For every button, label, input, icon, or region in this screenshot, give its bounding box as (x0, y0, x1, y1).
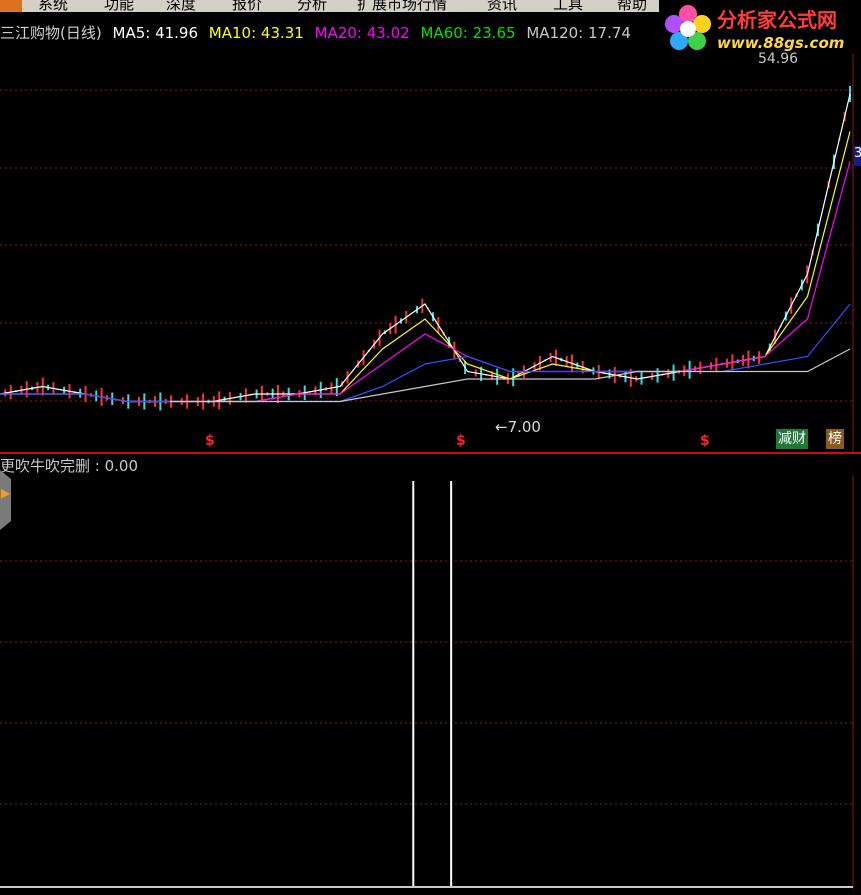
stock-name: 三江购物(日线) (0, 24, 102, 42)
menu-item-analysis[interactable]: 分析 (297, 0, 327, 12)
menu-item-function[interactable]: 功能 (104, 0, 134, 12)
rank-badge[interactable]: 榜 (826, 429, 844, 449)
ma60-value: MA60: 23.65 (420, 24, 516, 42)
menu-item-quote[interactable]: 报价 (232, 0, 262, 12)
dividend-marker[interactable]: $ (456, 433, 466, 449)
dividend-marker[interactable]: $ (205, 433, 215, 449)
menu-item-depth[interactable]: 深度 (166, 0, 196, 12)
candle-cluster (4, 85, 851, 411)
menu-item-extended-market[interactable]: 扩展市场行情 (357, 0, 447, 12)
ma-line-ma10 (0, 131, 851, 403)
indicator-spikes (412, 481, 453, 887)
menu-item-help[interactable]: 帮助 (617, 0, 647, 12)
price-chart[interactable] (0, 44, 861, 454)
chart-grid (0, 89, 853, 402)
indicator-grid (0, 560, 853, 805)
ma10-value: MA10: 43.31 (208, 24, 304, 42)
chart-header: 三江购物(日线) MA5: 41.96 MA10: 43.31 MA20: 43… (0, 22, 637, 44)
reduce-finance-badge[interactable]: 减财 (776, 429, 808, 449)
app-logo-icon (0, 0, 22, 12)
menu-item-tools[interactable]: 工具 (553, 0, 583, 12)
menu-item-news[interactable]: 资讯 (487, 0, 517, 12)
ma20-value: MA20: 43.02 (314, 24, 410, 42)
indicator-title: 更吹牛吹完删 : 0.00 (0, 457, 138, 475)
panel-separator[interactable] (0, 452, 861, 454)
moving-average-lines (0, 93, 851, 403)
ma-line-ma5 (0, 93, 851, 403)
ma5-value: MA5: 41.96 (112, 24, 199, 42)
indicator-chart[interactable] (0, 475, 861, 895)
ma120-value: MA120: 17.74 (526, 24, 631, 42)
right-price-marker: 3 (854, 146, 861, 166)
brand-title: 分析家公式网 (717, 8, 837, 32)
menu-item-system[interactable]: 系统 (38, 0, 68, 12)
dividend-marker[interactable]: $ (700, 433, 710, 449)
high-price-label: 54.96 (758, 51, 799, 67)
ma-line-ma20 (0, 161, 851, 403)
low-price-label: ←7.00 (495, 418, 541, 436)
